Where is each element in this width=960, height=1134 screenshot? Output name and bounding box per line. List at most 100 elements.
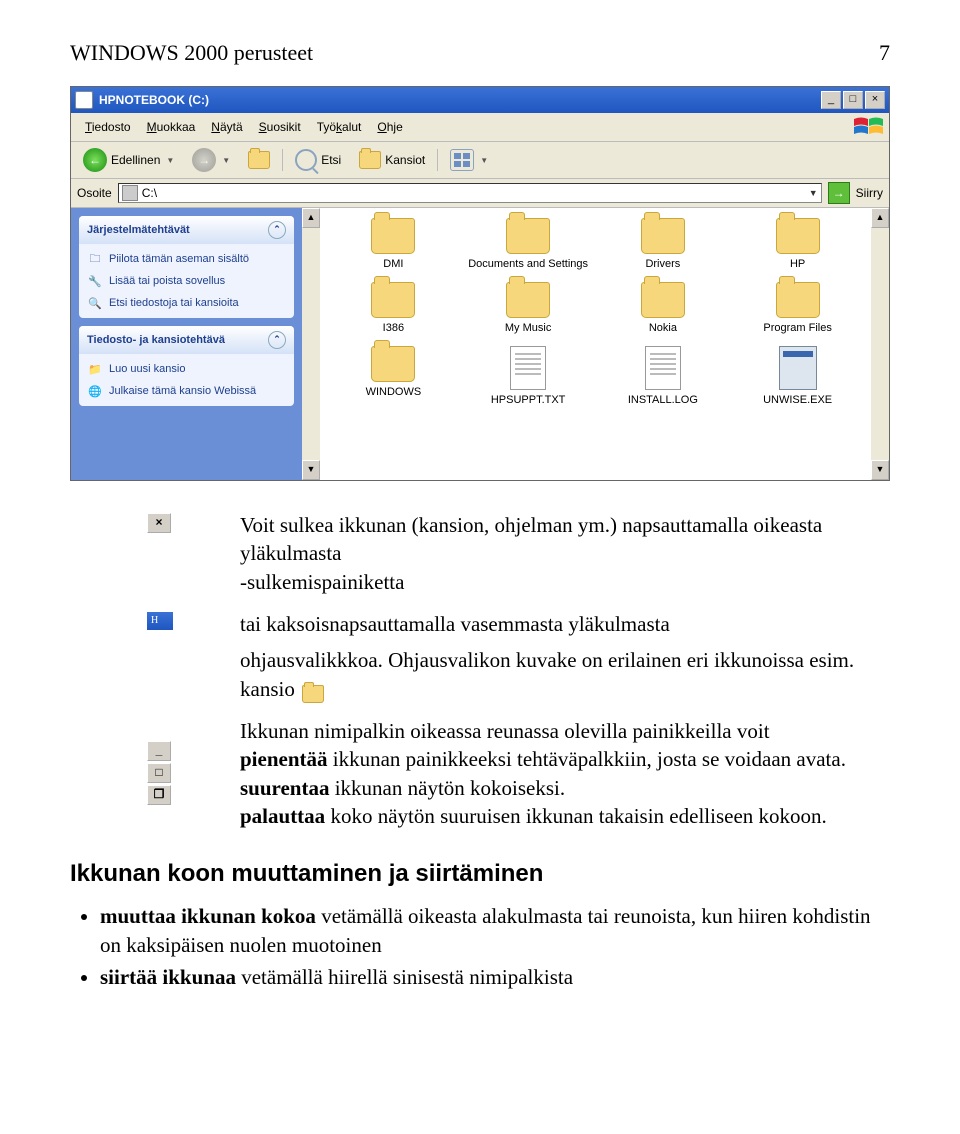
folder-icon xyxy=(371,218,415,254)
menu-tyokalut[interactable]: Työkalut xyxy=(309,118,370,136)
folder-icon xyxy=(371,282,415,318)
p2c: kansio xyxy=(240,677,295,701)
close-button[interactable]: × xyxy=(865,91,885,109)
task-hide-drive[interactable]: 🗀Piilota tämän aseman sisältö xyxy=(87,248,286,270)
file-item[interactable]: INSTALL.LOG xyxy=(600,346,727,406)
forward-button[interactable]: →▼ xyxy=(186,146,236,174)
folder-icon xyxy=(641,218,685,254)
file-item[interactable]: Drivers xyxy=(600,218,727,270)
menu-tiedosto[interactable]: Tiedosto xyxy=(77,118,139,136)
exe-icon xyxy=(779,346,817,390)
search-button[interactable]: Etsi xyxy=(289,147,347,173)
file-item[interactable]: Nokia xyxy=(600,282,727,334)
address-bar: Osoite C:\ ▼ → Siirry xyxy=(71,179,889,208)
task-pane: Järjestelmätehtävät⌃ 🗀Piilota tämän asem… xyxy=(71,208,302,480)
p4c: ikkunan näytön kokoiseksi. xyxy=(329,776,565,800)
task-publish[interactable]: 🌐Julkaise tämä kansio Webissä xyxy=(87,380,286,402)
p1b: -sulkemispainiketta xyxy=(240,570,404,594)
file-item[interactable]: My Music xyxy=(465,282,592,334)
folders-button[interactable]: Kansiot xyxy=(353,149,431,171)
folder-icon xyxy=(776,218,820,254)
page-number: 7 xyxy=(879,40,890,66)
main-scrollbar[interactable]: ▲▼ xyxy=(871,208,889,480)
go-button[interactable]: → xyxy=(828,182,850,204)
folder-icon xyxy=(776,282,820,318)
file-label: DMI xyxy=(383,258,403,270)
p4b: suurentaa xyxy=(240,776,329,800)
side-scrollbar[interactable]: ▲▼ xyxy=(302,208,320,480)
collapse-icon[interactable]: ⌃ xyxy=(268,221,286,239)
file-tasks-header[interactable]: Tiedosto- ja kansiotehtävä⌃ xyxy=(79,326,294,354)
section-heading: Ikkunan koon muuttaminen ja siirtäminen xyxy=(70,860,890,888)
menu-suosikit[interactable]: Suosikit xyxy=(251,118,309,136)
file-item[interactable]: HPSUPPT.TXT xyxy=(465,346,592,406)
address-path: C:\ xyxy=(142,186,157,200)
document-icon xyxy=(645,346,681,390)
collapse-icon[interactable]: ⌃ xyxy=(268,331,286,349)
folder-icon xyxy=(302,682,324,700)
bullet-move: siirtää ikkunaa vetämällä hiirellä sinis… xyxy=(100,963,890,991)
go-label: Siirry xyxy=(856,186,883,200)
maximize-button[interactable]: □ xyxy=(843,91,863,109)
p5b: palauttaa xyxy=(240,804,325,828)
document-icon xyxy=(510,346,546,390)
file-item[interactable]: DMI xyxy=(330,218,457,270)
task-new-folder[interactable]: 📁Luo uusi kansio xyxy=(87,358,286,380)
p3: Ikkunan nimipalkin oikeassa reunassa ole… xyxy=(240,719,770,743)
view-button[interactable]: ▼ xyxy=(444,147,494,173)
address-field[interactable]: C:\ ▼ xyxy=(118,183,822,203)
p3b: pienentää xyxy=(240,747,328,771)
file-item[interactable]: WINDOWS xyxy=(330,346,457,406)
up-button[interactable] xyxy=(242,149,276,171)
file-label: UNWISE.EXE xyxy=(763,394,832,406)
file-label: Nokia xyxy=(649,322,677,334)
file-grid: DMI Documents and Settings Drivers HP I386 My… xyxy=(320,208,871,480)
p2a: tai kaksoisnapsauttamalla vasemmasta ylä… xyxy=(240,612,670,636)
p2b: ohjausvalikkkoa. Ohjausvalikon kuvake on… xyxy=(240,648,854,672)
file-label: Documents and Settings xyxy=(468,258,588,270)
p1a: Voit sulkea ikkunan (kansion, ohjelman y… xyxy=(240,513,822,565)
restore-icon: ❐ xyxy=(147,785,171,805)
p5c: koko näytön suuruisen ikkunan takaisin e… xyxy=(325,804,827,828)
file-item[interactable]: I386 xyxy=(330,282,457,334)
doc-title: WINDOWS 2000 perusteet xyxy=(70,40,313,66)
file-item[interactable]: Program Files xyxy=(734,282,861,334)
folder-icon xyxy=(641,282,685,318)
menu-nayta[interactable]: Näytä xyxy=(203,118,250,136)
task-add-remove[interactable]: 🔧Lisää tai poista sovellus xyxy=(87,270,286,292)
folder-icon xyxy=(506,218,550,254)
file-item[interactable]: HP xyxy=(734,218,861,270)
address-label: Osoite xyxy=(77,186,112,200)
bullet-resize: muuttaa ikkunan kokoa vetämällä oikeasta… xyxy=(100,902,890,959)
window-title: HPNOTEBOOK (C:) xyxy=(99,93,819,107)
folder-icon xyxy=(506,282,550,318)
drive-icon xyxy=(75,91,93,109)
system-tasks-header[interactable]: Järjestelmätehtävät⌃ xyxy=(79,216,294,244)
minimize-button[interactable]: _ xyxy=(821,91,841,109)
windows-flag-icon xyxy=(853,115,883,139)
file-label: INSTALL.LOG xyxy=(628,394,698,406)
folder-icon xyxy=(371,346,415,382)
title-bar[interactable]: HPNOTEBOOK (C:) _ □ × xyxy=(71,87,889,113)
close-icon: × xyxy=(147,513,171,533)
explorer-window: HPNOTEBOOK (C:) _ □ × Tiedosto Muokkaa N… xyxy=(70,86,890,481)
drive-small-icon xyxy=(122,185,138,201)
file-item[interactable]: UNWISE.EXE xyxy=(734,346,861,406)
menu-ohje[interactable]: Ohje xyxy=(369,118,410,136)
task-search-files[interactable]: 🔍Etsi tiedostoja tai kansioita xyxy=(87,292,286,314)
menu-bar: Tiedosto Muokkaa Näytä Suosikit Työkalut… xyxy=(71,113,889,142)
maximize-icon: □ xyxy=(147,763,171,783)
p3c: ikkunan painikkeeksi tehtäväpalkkiin, jo… xyxy=(328,747,846,771)
file-item[interactable]: Documents and Settings xyxy=(465,218,592,270)
file-label: HPSUPPT.TXT xyxy=(491,394,566,406)
toolbar: ←Edellinen▼ →▼ Etsi Kansiot ▼ xyxy=(71,142,889,179)
control-menu-icon: H xyxy=(147,612,173,630)
file-label: My Music xyxy=(505,322,551,334)
file-label: WINDOWS xyxy=(366,386,422,398)
back-button[interactable]: ←Edellinen▼ xyxy=(77,146,180,174)
file-label: HP xyxy=(790,258,805,270)
menu-muokkaa[interactable]: Muokkaa xyxy=(139,118,204,136)
chevron-down-icon[interactable]: ▼ xyxy=(809,188,818,198)
file-label: Program Files xyxy=(763,322,831,334)
file-label: Drivers xyxy=(645,258,680,270)
